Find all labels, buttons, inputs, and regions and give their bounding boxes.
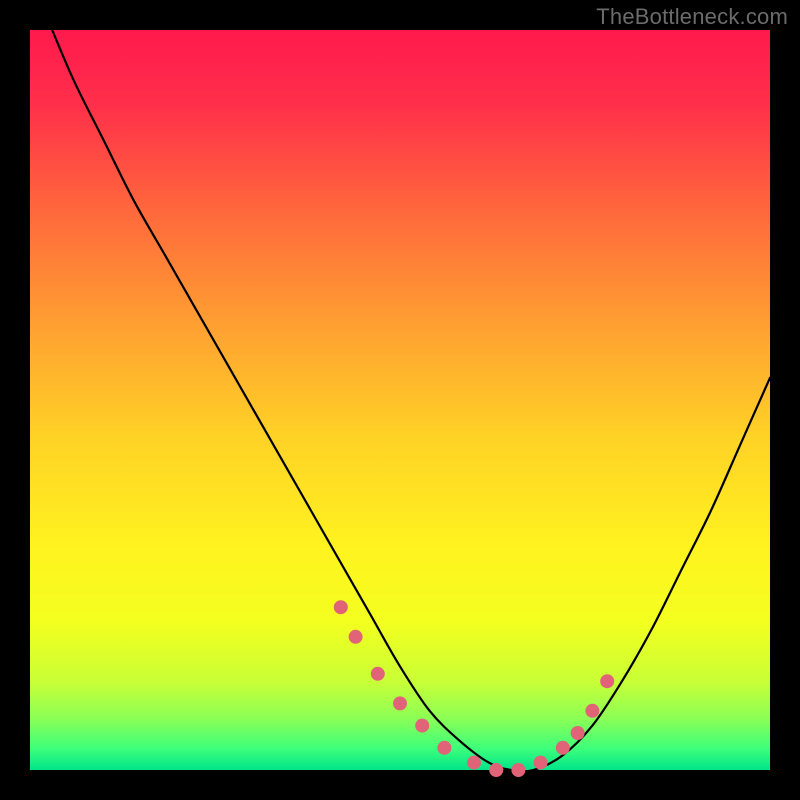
bottleneck-chart bbox=[0, 0, 800, 800]
highlight-dot bbox=[585, 704, 599, 718]
highlight-dot bbox=[600, 674, 614, 688]
highlight-dot bbox=[349, 630, 363, 644]
highlight-dot bbox=[511, 763, 525, 777]
highlight-dot bbox=[534, 756, 548, 770]
highlight-dot bbox=[571, 726, 585, 740]
chart-frame: TheBottleneck.com bbox=[0, 0, 800, 800]
gradient-background bbox=[30, 30, 770, 770]
highlight-dot bbox=[489, 763, 503, 777]
highlight-dot bbox=[556, 741, 570, 755]
highlight-dot bbox=[437, 741, 451, 755]
highlight-dot bbox=[393, 696, 407, 710]
highlight-dot bbox=[334, 600, 348, 614]
highlight-dot bbox=[415, 719, 429, 733]
highlight-dot bbox=[467, 756, 481, 770]
highlight-dot bbox=[371, 667, 385, 681]
